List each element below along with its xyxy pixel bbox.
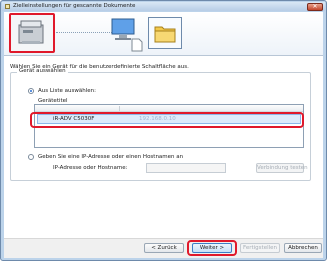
- scanner-icon: [18, 20, 44, 44]
- column-separator: [119, 106, 120, 111]
- close-button[interactable]: ✕: [307, 3, 323, 11]
- device-group-legend: Gerät auswählen: [17, 68, 68, 74]
- step-scanner: [9, 13, 55, 53]
- dialog-window: Zielleinstellungen für gescannte Dokumen…: [0, 0, 327, 261]
- next-button-highlight: [187, 240, 237, 256]
- step-connector: [56, 32, 112, 33]
- selected-device-highlight: [30, 112, 304, 128]
- from-list-radio[interactable]: [28, 88, 34, 94]
- wizard-banner: [4, 12, 323, 56]
- from-ip-label[interactable]: Geben Sie eine IP-Adresse oder einen Hos…: [38, 154, 183, 160]
- cancel-button[interactable]: Abbrechen: [284, 243, 322, 253]
- document-icon: [131, 38, 143, 52]
- ip-address-input[interactable]: [146, 163, 226, 173]
- verify-connection-button[interactable]: Verbindung testen: [256, 163, 308, 173]
- step-folder: [148, 17, 182, 49]
- app-icon: [5, 4, 10, 9]
- device-list-header: [35, 105, 303, 112]
- title-bar: Zielleinstellungen für gescannte Dokumen…: [2, 2, 325, 11]
- folder-icon: [154, 26, 176, 43]
- ip-field-label: IP-Adresse oder Hostname:: [53, 165, 128, 171]
- back-button[interactable]: < Zurück: [144, 243, 184, 253]
- window-title: Zielleinstellungen für gescannte Dokumen…: [13, 3, 136, 9]
- from-ip-radio[interactable]: [28, 154, 34, 160]
- finish-button[interactable]: Fertigstellen: [240, 243, 280, 253]
- from-list-label[interactable]: Aus Liste auswählen:: [38, 88, 96, 94]
